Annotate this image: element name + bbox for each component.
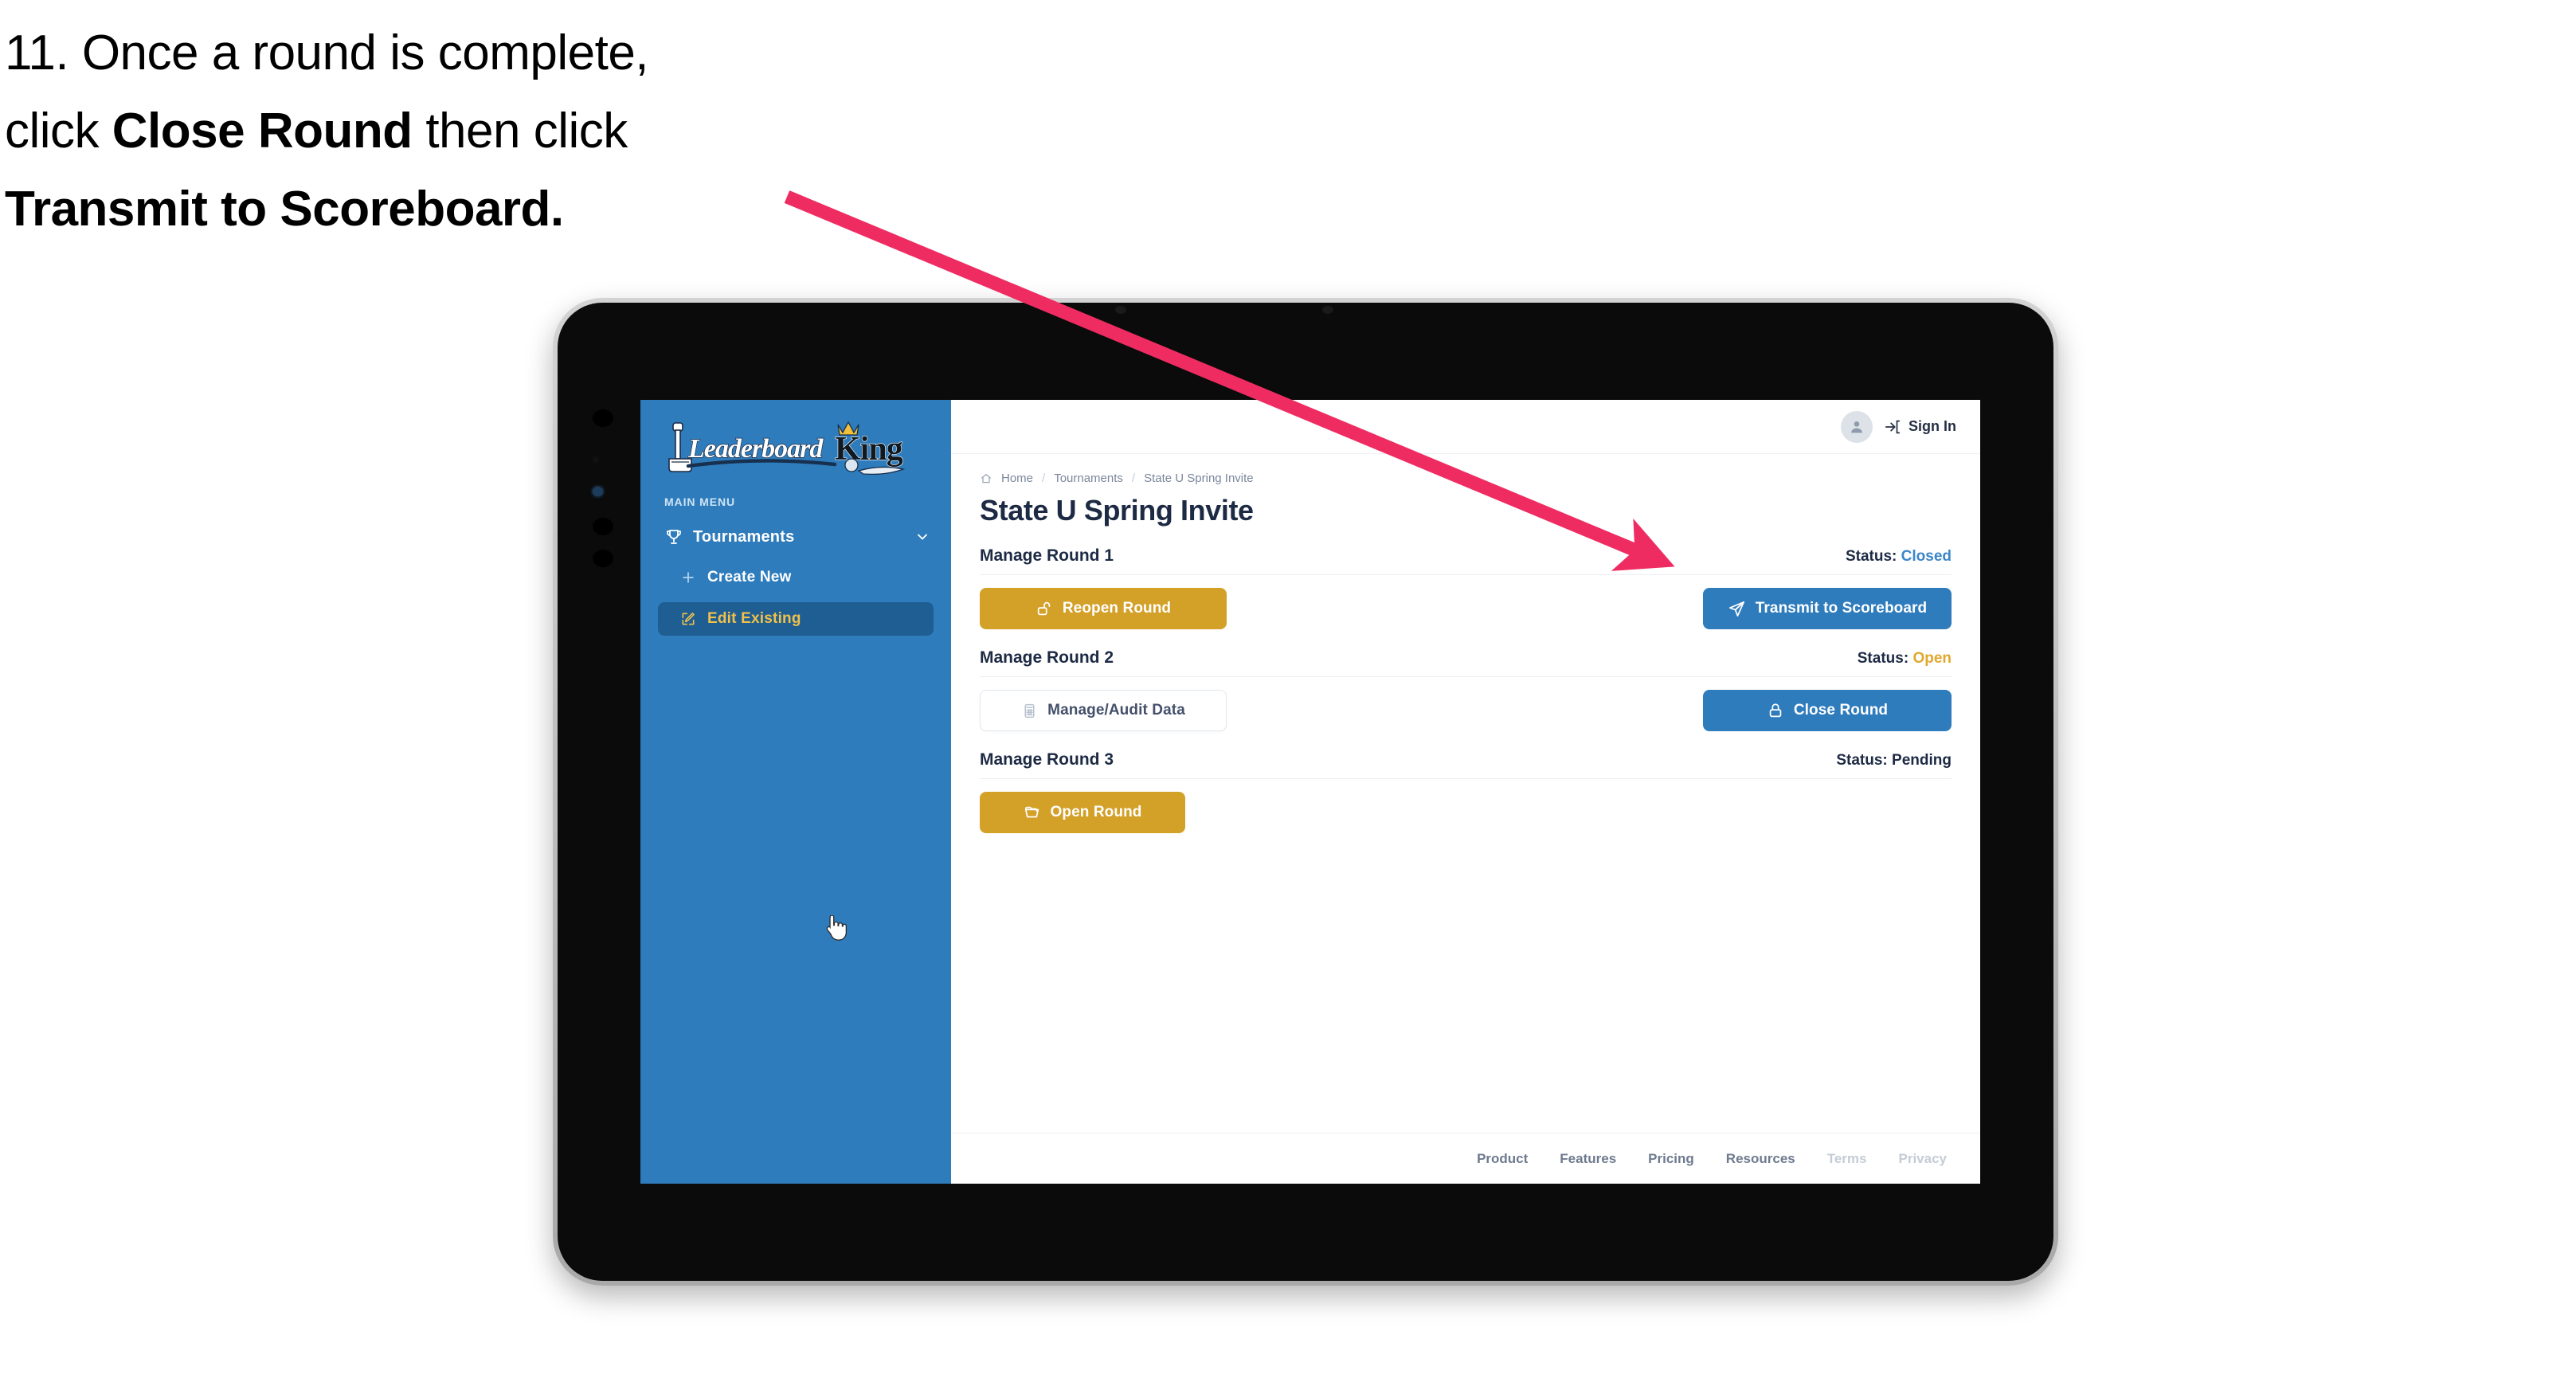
- caption-line-2-pre: click: [5, 103, 112, 159]
- caption-line-3-bold: Transmit to Scoreboard.: [5, 181, 564, 237]
- home-icon[interactable]: [980, 472, 992, 485]
- breadcrumb: Home / Tournaments / State U Spring Invi…: [980, 472, 1952, 485]
- round-3-header: Manage Round 3 Status: Pending: [980, 750, 1952, 779]
- footer-link-privacy[interactable]: Privacy: [1899, 1151, 1948, 1167]
- tablet-camera-dot: [593, 409, 613, 427]
- round-3-status: Status: Pending: [1836, 752, 1952, 769]
- sidebar-item-tournaments[interactable]: Tournaments: [640, 521, 951, 553]
- open-round-label: Open Round: [1050, 804, 1142, 820]
- tablet-sensor-dot: [593, 456, 599, 463]
- caption-line-2-post: then click: [412, 103, 628, 159]
- open-round-button[interactable]: Open Round: [980, 792, 1185, 833]
- tablet-top-sensor-b: [1322, 306, 1333, 314]
- user-avatar-icon: [1851, 421, 1862, 433]
- sidebar-nav-group: Tournaments Create New Edit Existing: [640, 521, 951, 636]
- round-3-status-label: Status:: [1836, 752, 1888, 769]
- trophy-icon: [667, 530, 681, 544]
- sign-in-button[interactable]: Sign In: [1884, 418, 1956, 436]
- round-2-status-label: Status:: [1857, 650, 1909, 667]
- sidebar-section-label: MAIN MENU: [664, 495, 735, 508]
- table-grid-icon: [1024, 703, 1035, 718]
- tablet-device-frame: Leaderboard King MAIN MENU Tournaments C…: [553, 298, 2058, 1286]
- leaderboard-king-logo-icon: Leaderboard King: [668, 421, 906, 476]
- transmit-to-scoreboard-button[interactable]: Transmit to Scoreboard: [1703, 588, 1952, 629]
- page-content: Home / Tournaments / State U Spring Invi…: [951, 454, 1980, 1133]
- close-round-button[interactable]: Close Round: [1703, 690, 1952, 731]
- sidebar-item-create-new-label: Create New: [707, 569, 792, 585]
- breadcrumb-item-home[interactable]: Home: [1001, 472, 1033, 485]
- page-title: State U Spring Invite: [980, 494, 1254, 527]
- round-2-status-value: Open: [1912, 650, 1952, 667]
- round-1-status: Status: Closed: [1846, 548, 1952, 566]
- round-1-status-label: Status:: [1845, 548, 1897, 565]
- tablet-indicator-led: [593, 487, 603, 496]
- svg-text:King: King: [835, 431, 903, 468]
- caption-line-3: Transmit to Scoreboard.: [5, 170, 881, 249]
- footer-link-resources[interactable]: Resources: [1726, 1151, 1795, 1167]
- tablet-bezel: Leaderboard King MAIN MENU Tournaments C…: [558, 303, 2053, 1281]
- avatar[interactable]: [1841, 410, 1873, 443]
- caption-line-2: click Close Round then click: [5, 92, 881, 170]
- close-round-label: Close Round: [1793, 702, 1889, 718]
- top-bar: Sign In: [951, 400, 1980, 454]
- round-1-actions: Reopen Round Transmit to Scoreboard: [980, 588, 1952, 629]
- round-1-name: Manage Round 1: [980, 546, 1114, 565]
- round-3-actions: Open Round: [980, 792, 1952, 833]
- round-2-status: Status: Open: [1858, 650, 1952, 668]
- unlock-icon: [1037, 601, 1051, 616]
- breadcrumb-separator-2: /: [1131, 472, 1136, 485]
- breadcrumb-item-tournaments[interactable]: Tournaments: [1054, 472, 1123, 485]
- transmit-to-scoreboard-label: Transmit to Scoreboard: [1755, 600, 1928, 617]
- round-3-right-spacer: [1705, 812, 1952, 813]
- reopen-round-button[interactable]: Reopen Round: [980, 588, 1227, 629]
- chevron-down-icon[interactable]: [914, 529, 930, 545]
- sign-in-arrow-icon: [1885, 420, 1901, 433]
- footer-link-product[interactable]: Product: [1477, 1151, 1528, 1167]
- round-3-name: Manage Round 3: [980, 750, 1114, 769]
- breadcrumb-item-current: State U Spring Invite: [1144, 472, 1254, 485]
- manage-audit-data-button[interactable]: Manage/Audit Data: [980, 690, 1227, 731]
- instruction-caption: 11. Once a round is complete, click Clos…: [5, 14, 881, 249]
- tablet-side-dot-b: [593, 550, 613, 567]
- footer-link-pricing[interactable]: Pricing: [1648, 1151, 1694, 1167]
- reopen-round-label: Reopen Round: [1062, 600, 1172, 617]
- sidebar: Leaderboard King MAIN MENU Tournaments C…: [640, 400, 951, 1184]
- sidebar-item-create-new[interactable]: Create New: [658, 561, 934, 594]
- breadcrumb-separator-1: /: [1042, 472, 1046, 485]
- sign-in-label: Sign In: [1909, 418, 1956, 434]
- folder-open-icon: [1024, 806, 1039, 818]
- round-2-name: Manage Round 2: [980, 648, 1114, 667]
- manage-audit-data-label: Manage/Audit Data: [1047, 702, 1185, 718]
- sidebar-item-tournaments-label: Tournaments: [693, 527, 795, 546]
- round-block-1: Manage Round 1 Status: Closed Reopen Rou…: [980, 546, 1952, 629]
- round-2-actions: Manage/Audit Data Close Round: [980, 690, 1952, 731]
- round-1-header: Manage Round 1 Status: Closed: [980, 546, 1952, 575]
- pencil-square-icon: [682, 613, 695, 625]
- sidebar-item-edit-existing[interactable]: Edit Existing: [658, 602, 934, 636]
- tablet-side-dot-a: [593, 518, 613, 535]
- round-block-3: Manage Round 3 Status: Pending Open Roun…: [980, 750, 1952, 833]
- app-logo[interactable]: Leaderboard King: [640, 400, 951, 489]
- caption-line-1: 11. Once a round is complete,: [5, 25, 649, 80]
- footer-link-features[interactable]: Features: [1560, 1151, 1616, 1167]
- footer-link-terms[interactable]: Terms: [1827, 1151, 1867, 1167]
- main-content: Sign In Home / Tournaments / State U Spr…: [951, 400, 1980, 1184]
- paper-plane-icon: [1728, 601, 1744, 617]
- plus-icon: [683, 572, 694, 583]
- sidebar-item-edit-existing-label: Edit Existing: [707, 610, 801, 627]
- round-3-status-value: Pending: [1892, 752, 1952, 769]
- tablet-top-sensor-a: [1115, 306, 1126, 314]
- app-screen: Leaderboard King MAIN MENU Tournaments C…: [640, 400, 1980, 1184]
- round-2-header: Manage Round 2 Status: Open: [980, 648, 1952, 677]
- round-block-2: Manage Round 2 Status: Open Manage/Audit…: [980, 648, 1952, 731]
- footer: Product Features Pricing Resources Terms…: [951, 1133, 1980, 1184]
- lock-icon: [1769, 703, 1782, 718]
- caption-line-2-bold: Close Round: [112, 103, 413, 159]
- round-1-status-value: Closed: [1901, 548, 1952, 565]
